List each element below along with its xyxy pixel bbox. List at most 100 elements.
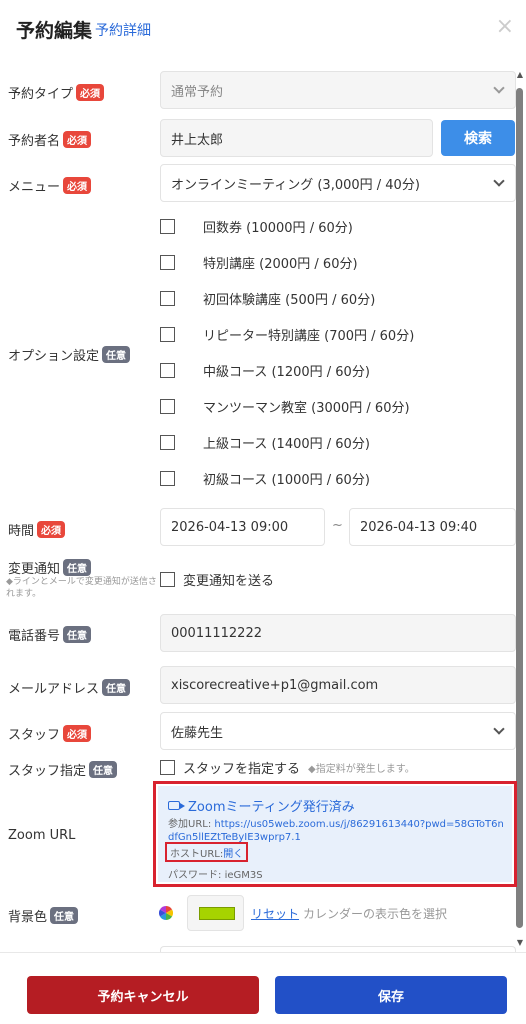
color-picker[interactable] — [187, 895, 244, 931]
modal-footer: 予約キャンセル 保存 — [0, 952, 526, 1024]
zoom-join-url[interactable]: 参加URL: https://us05web.zoom.us/j/8629161… — [168, 818, 504, 831]
menu-label: メニュー 必須 — [8, 176, 92, 195]
reservation-type-select[interactable]: 通常予約 — [160, 71, 516, 109]
reserver-name-input[interactable]: 井上太郎 — [160, 119, 433, 157]
time-label: 時間 必須 — [8, 520, 66, 539]
option-label: 中級コース (1200円 / 60分) — [203, 364, 370, 380]
close-icon[interactable]: × — [496, 16, 514, 38]
menu-value: オンラインミーティング (3,000円 / 40分) — [171, 177, 420, 193]
search-button[interactable]: 検索 — [441, 120, 515, 156]
option-checkbox[interactable] — [160, 362, 175, 378]
option-checkbox[interactable] — [160, 326, 175, 342]
reservation-type-value: 通常予約 — [171, 84, 224, 100]
email-label: メールアドレス 任意 — [8, 678, 131, 697]
background-color-label: 背景色 任意 — [8, 906, 79, 925]
chevron-down-icon — [493, 175, 505, 187]
option-settings-label: オプション設定 任意 — [8, 345, 131, 364]
zoom-url-label: Zoom URL — [8, 828, 76, 843]
staff-assign-label: スタッフ指定 任意 — [8, 760, 118, 779]
staff-assign-checkbox-label: スタッフを指定する — [183, 762, 301, 777]
option-checkbox[interactable] — [160, 398, 175, 414]
color-swatch — [199, 907, 235, 920]
phone-value: 00011112222 — [171, 625, 262, 641]
change-notice-note: ◆ラインとメールで変更通知が送信されます。 — [6, 577, 157, 599]
change-notice-option[interactable]: 変更通知を送る — [160, 570, 274, 589]
zoom-password: パスワード: ieGM3S — [168, 866, 263, 881]
staff-assign-note: ◆指定料が発生します。 — [308, 764, 415, 775]
optional-badge: 任意 — [102, 346, 131, 363]
option-item[interactable]: 特別講座 (2000円 / 60分) — [160, 252, 358, 272]
color-palette-icon — [159, 906, 173, 920]
host-url-open-link[interactable]: 開く — [223, 845, 243, 860]
option-item[interactable]: 中級コース (1200円 / 60分) — [160, 360, 370, 380]
change-notice-checkbox-label: 変更通知を送る — [183, 574, 275, 589]
option-checkbox[interactable] — [160, 434, 175, 450]
email-input[interactable]: xiscorecreative+p1@gmail.com — [160, 666, 516, 704]
optional-badge: 任意 — [102, 679, 131, 696]
staff-assign-option[interactable]: スタッフを指定する ◆指定料が発生します。 — [160, 758, 415, 777]
start-time-value: 2026-04-13 09:00 — [171, 519, 289, 535]
staff-select[interactable]: 佐藤先生 — [160, 712, 516, 750]
option-label: 特別講座 (2000円 / 60分) — [203, 256, 358, 272]
host-url-highlight: ホストURL: 開く — [165, 842, 249, 862]
video-camera-icon — [168, 801, 185, 810]
reset-color-link[interactable]: リセット — [251, 905, 299, 922]
phone-label: 電話番号 任意 — [8, 625, 92, 644]
option-label: 上級コース (1400円 / 60分) — [203, 436, 370, 452]
optional-badge: 任意 — [63, 626, 92, 643]
staff-value: 佐藤先生 — [171, 725, 224, 741]
staff-label: スタッフ 必須 — [8, 724, 92, 743]
option-checkbox[interactable] — [160, 470, 175, 486]
option-checkbox[interactable] — [160, 218, 175, 234]
option-item[interactable]: リピーター特別講座 (700円 / 60分) — [160, 324, 414, 344]
chevron-down-icon — [493, 82, 505, 94]
host-url-label: ホストURL: — [170, 848, 224, 860]
calendar-color-note: カレンダーの表示色を選択 — [303, 907, 448, 921]
option-item[interactable]: 初級コース (1000円 / 60分) — [160, 468, 370, 488]
reservation-type-label: 予約タイプ 必須 — [8, 83, 105, 102]
password-value: ieGM3S — [224, 870, 263, 881]
join-url-line1[interactable]: https://us05web.zoom.us/j/86291613440?pw… — [214, 819, 503, 830]
reserver-name-value: 井上太郎 — [171, 132, 224, 148]
time-separator: ~ — [332, 518, 343, 533]
save-button[interactable]: 保存 — [275, 976, 507, 1014]
zoom-status-text: Zoomミーティング発行済み — [188, 800, 355, 815]
staff-assign-checkbox[interactable] — [160, 760, 175, 775]
cancel-reservation-button[interactable]: 予約キャンセル — [27, 976, 259, 1014]
scrollbar-thumb[interactable] — [516, 88, 523, 928]
option-checkbox[interactable] — [160, 290, 175, 306]
password-label: パスワード: — [168, 870, 225, 881]
option-item[interactable]: 上級コース (1400円 / 60分) — [160, 432, 370, 452]
optional-badge: 任意 — [89, 761, 118, 778]
option-label: 初級コース (1000円 / 60分) — [203, 472, 370, 488]
reservation-detail-link[interactable]: 予約詳細 — [95, 20, 151, 40]
email-value: xiscorecreative+p1@gmail.com — [171, 677, 379, 693]
required-badge: 必須 — [63, 725, 92, 742]
scroll-up-arrow-icon[interactable]: ▲ — [517, 70, 523, 79]
end-time-input[interactable]: 2026-04-13 09:40 — [349, 508, 516, 546]
option-checkbox[interactable] — [160, 254, 175, 270]
option-label: 初回体験講座 (500円 / 60分) — [203, 292, 376, 308]
optional-badge: 任意 — [63, 559, 92, 576]
option-item[interactable]: 初回体験講座 (500円 / 60分) — [160, 288, 375, 308]
phone-input[interactable]: 00011112222 — [160, 614, 516, 652]
reservation-edit-modal: 予約編集 予約詳細 × ▲ ▼ 予約タイプ 必須 通常予約 予約者名 必須 井上太郎… — [0, 0, 526, 1024]
chevron-down-icon — [493, 723, 505, 735]
modal-header: 予約編集 予約詳細 × — [0, 0, 526, 58]
join-url-label: 参加URL: — [168, 819, 215, 830]
start-time-input[interactable]: 2026-04-13 09:00 — [160, 508, 325, 546]
menu-select[interactable]: オンラインミーティング (3,000円 / 40分) — [160, 164, 516, 202]
required-badge: 必須 — [63, 177, 92, 194]
option-label: 回数券 (10000円 / 60分) — [203, 220, 353, 236]
option-item[interactable]: マンツーマン教室 (3000円 / 60分) — [160, 396, 410, 416]
end-time-value: 2026-04-13 09:40 — [360, 519, 478, 535]
change-notice-label: 変更通知 任意 — [8, 558, 92, 577]
required-badge: 必須 — [76, 84, 105, 101]
change-notice-checkbox[interactable] — [160, 572, 175, 587]
option-label: マンツーマン教室 (3000円 / 60分) — [203, 400, 410, 416]
reserver-name-label: 予約者名 必須 — [8, 130, 92, 149]
option-item[interactable]: 回数券 (10000円 / 60分) — [160, 216, 353, 236]
zoom-info-highlight: Zoomミーティング発行済み 参加URL: https://us05web.zo… — [153, 781, 517, 887]
zoom-info-panel: Zoomミーティング発行済み 参加URL: https://us05web.zo… — [158, 786, 512, 882]
scroll-down-arrow-icon[interactable]: ▼ — [517, 938, 523, 947]
